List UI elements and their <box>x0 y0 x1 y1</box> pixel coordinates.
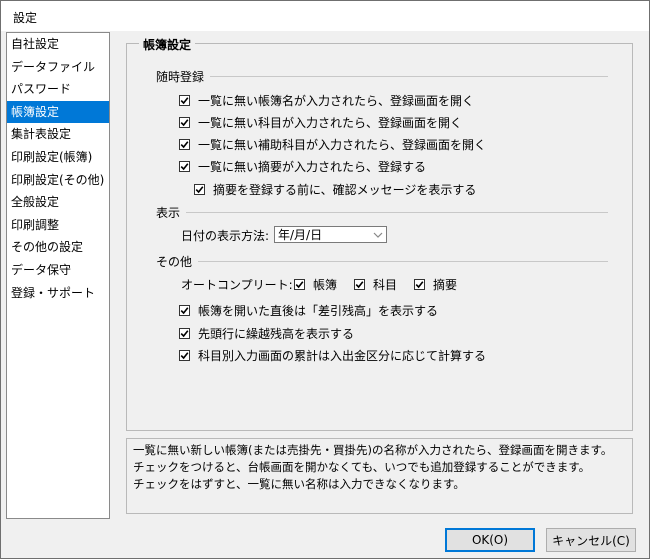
sidebar-item-data-maintenance[interactable]: データ保守 <box>7 259 109 282</box>
check-icon <box>295 281 304 289</box>
sidebar-item-registration-support[interactable]: 登録・サポート <box>7 282 109 305</box>
description-line: 一覧に無い新しい帳簿(または売掛先・買掛先)の名称が入力されたら、登録画面を開き… <box>133 443 613 457</box>
checkbox[interactable] <box>179 305 190 316</box>
option-label: 先頭行に繰越残高を表示する <box>198 327 355 341</box>
check-icon <box>180 163 189 171</box>
sidebar-item-print-ledger[interactable]: 印刷設定(帳簿) <box>7 146 109 169</box>
sidebar-item-data-file[interactable]: データファイル <box>7 56 109 79</box>
date-format-value: 年/月/日 <box>278 228 323 242</box>
check-icon <box>180 97 189 105</box>
autocomplete-label: オートコンプリート: <box>181 278 293 292</box>
checkbox[interactable] <box>179 95 190 106</box>
date-format-label: 日付の表示方法: <box>181 229 270 243</box>
chevron-down-icon <box>373 232 383 238</box>
checkbox[interactable] <box>294 279 305 290</box>
autocomplete-summary-label: 摘要 <box>433 278 458 292</box>
sidebar-item-general[interactable]: 全般設定 <box>7 191 109 214</box>
section-divider <box>210 76 608 77</box>
autocomplete-account[interactable]: 科目 <box>354 276 397 293</box>
section-title-zuiji: 随時登録 <box>156 70 205 84</box>
option-account-register[interactable]: 一覧に無い科目が入力されたら、登録画面を開く <box>179 114 462 131</box>
group-title: 帳簿設定 <box>139 36 196 53</box>
autocomplete-summary[interactable]: 摘要 <box>414 276 457 293</box>
settings-window: 設定 自社設定 データファイル パスワード 帳簿設定 集計表設定 印刷設定(帳簿… <box>0 0 650 559</box>
sidebar-item-ledger-settings[interactable]: 帳簿設定 <box>7 100 109 124</box>
cancel-button[interactable]: キャンセル(C) <box>546 528 636 552</box>
option-label: 一覧に無い補助科目が入力されたら、登録画面を開く <box>198 138 487 152</box>
sidebar-item-summary-settings[interactable]: 集計表設定 <box>7 123 109 146</box>
settings-category-list[interactable]: 自社設定 データファイル パスワード 帳簿設定 集計表設定 印刷設定(帳簿) 印… <box>6 32 110 519</box>
check-icon <box>180 330 189 338</box>
sidebar-item-print-other[interactable]: 印刷設定(その他) <box>7 169 109 192</box>
option-subaccount-register[interactable]: 一覧に無い補助科目が入力されたら、登録画面を開く <box>179 136 486 153</box>
autocomplete-ledger-label: 帳簿 <box>313 278 338 292</box>
sidebar-item-company[interactable]: 自社設定 <box>7 33 109 56</box>
check-icon <box>415 281 424 289</box>
option-label: 一覧に無い帳簿名が入力されたら、登録画面を開く <box>198 94 475 108</box>
checkbox[interactable] <box>354 279 365 290</box>
option-label: 科目別入力画面の累計は入出金区分に応じて計算する <box>198 349 487 363</box>
option-cumulative-calc[interactable]: 科目別入力画面の累計は入出金区分に応じて計算する <box>179 347 486 364</box>
check-icon <box>180 119 189 127</box>
ok-button[interactable]: OK(O) <box>445 528 535 552</box>
option-label: 帳簿を開いた直後は「差引残高」を表示する <box>198 304 439 318</box>
check-icon <box>180 352 189 360</box>
check-icon <box>180 307 189 315</box>
check-icon <box>355 281 364 289</box>
autocomplete-ledger[interactable]: 帳簿 <box>294 276 337 293</box>
option-ledger-register[interactable]: 一覧に無い帳簿名が入力されたら、登録画面を開く <box>179 92 474 109</box>
option-show-balance[interactable]: 帳簿を開いた直後は「差引残高」を表示する <box>179 302 438 319</box>
date-format-select[interactable]: 年/月/日 <box>274 226 387 243</box>
section-title-hyouji: 表示 <box>156 206 181 220</box>
title-bar[interactable]: 設定 <box>1 1 649 31</box>
option-label: 一覧に無い科目が入力されたら、登録画面を開く <box>198 116 463 130</box>
description-box: 一覧に無い新しい帳簿(または売掛先・買掛先)の名称が入力されたら、登録画面を開き… <box>126 438 633 514</box>
description-line: チェックをつけると、台帳画面を開かなくても、いつでも追加登録することができます。 <box>133 460 591 474</box>
sidebar-item-print-adjust[interactable]: 印刷調整 <box>7 214 109 237</box>
window-title: 設定 <box>13 11 38 25</box>
section-divider <box>198 261 608 262</box>
option-summary-confirm[interactable]: 摘要を登録する前に、確認メッセージを表示する <box>194 181 476 198</box>
option-label: 摘要を登録する前に、確認メッセージを表示する <box>213 183 477 197</box>
check-icon <box>195 186 204 194</box>
autocomplete-account-label: 科目 <box>373 278 398 292</box>
description-line: チェックをはずすと、一覧に無い名称は入力できなくなります。 <box>133 477 465 491</box>
checkbox[interactable] <box>179 350 190 361</box>
section-divider <box>186 212 608 213</box>
checkbox[interactable] <box>179 139 190 150</box>
checkbox[interactable] <box>179 328 190 339</box>
checkbox[interactable] <box>179 161 190 172</box>
sidebar-item-password[interactable]: パスワード <box>7 78 109 101</box>
section-title-sonota: その他 <box>156 255 193 269</box>
option-carryover[interactable]: 先頭行に繰越残高を表示する <box>179 325 354 342</box>
checkbox[interactable] <box>179 117 190 128</box>
option-summary-register[interactable]: 一覧に無い摘要が入力されたら、登録する <box>179 158 426 175</box>
checkbox[interactable] <box>194 184 205 195</box>
checkbox[interactable] <box>414 279 425 290</box>
option-label: 一覧に無い摘要が入力されたら、登録する <box>198 160 427 174</box>
check-icon <box>180 141 189 149</box>
sidebar-item-other-settings[interactable]: その他の設定 <box>7 236 109 259</box>
